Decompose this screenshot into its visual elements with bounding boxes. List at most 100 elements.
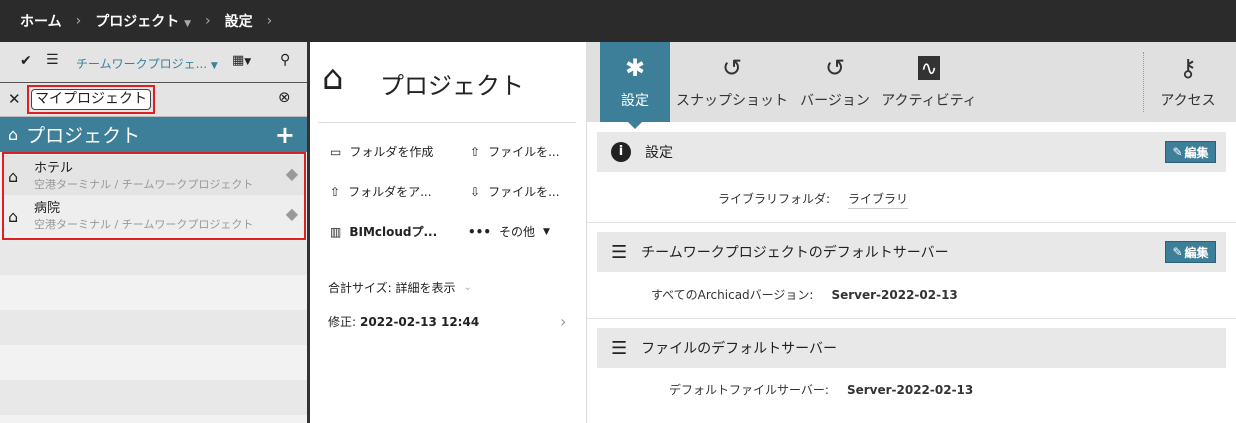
field-label: すべてのArchicadバージョン: [651,288,814,302]
settings-panel: ✱ 設定 ↺ スナップショット ↺ バージョン ∿ アクティビティ ⚷ アクセス i 設定 … [587,42,1236,423]
upload-folder-button[interactable]: ⇧ フォルダをア... [330,183,432,200]
house-icon: ⌂ [8,167,19,186]
more-button[interactable]: ••• その他 ▼ [468,223,550,240]
tab-label: バージョン [800,93,870,109]
file-upload-icon: ⇧ [470,144,481,159]
modified-info: 修正: 2022-02-13 12:44 [328,313,479,330]
key-icon: ⚷ [1179,54,1197,82]
chevron-right-icon: › [75,13,82,29]
item-title: 病院 [34,201,61,216]
search-icon[interactable]: ⚲ [280,52,290,68]
action-label: ファイルを... [488,185,560,199]
edit-button[interactable]: ✎ 編集 [1165,241,1216,263]
add-icon[interactable]: + [275,121,295,149]
chevron-right-icon: › [266,13,273,29]
filter-dropdown-label: チームワークプロジェ... [76,57,208,71]
chevron-right-icon[interactable]: › [560,312,566,331]
section-settings: i 設定 ✎ 編集 [597,132,1226,172]
item-path: 空港ターミナル / チームワークプロジェクト [34,218,254,231]
section-teamwork-server: ☰ チームワークプロジェクトのデフォルトサーバー ✎ 編集 [597,232,1226,272]
archicad-server-row: すべてのArchicadバージョン: Server-2022-02-13 [651,286,958,303]
upload-file-button[interactable]: ⇧ ファイルを... [470,143,560,160]
action-label: その他 [499,225,536,239]
section-title: チームワークプロジェクトのデフォルトサーバー [641,245,949,261]
tab-label: アクティビティ [881,93,977,109]
pencil-icon: ✎ [1172,145,1183,159]
active-tab-pointer [628,122,642,129]
tag-icon[interactable]: ◆ [286,164,298,183]
tab-access[interactable]: ⚷ アクセス [1153,42,1223,122]
server-icon: ☰ [611,241,628,263]
breadcrumb-project-label: プロジェクト [95,14,180,30]
caret-down-icon: ▼ [210,61,218,71]
bimcloud-button[interactable]: ▥ BIMcloudプ... [330,223,437,240]
tab-version[interactable]: ↺ バージョン [795,42,875,122]
field-label: デフォルトファイルサーバー: [669,383,829,397]
left-toolbar: ✔ ☰ チームワークプロジェ... ▼ ▦▼ ⚲ [0,42,307,83]
filter-dropdown[interactable]: チームワークプロジェ... ▼ [76,55,218,72]
building-icon: ▥ [330,224,342,239]
create-folder-button[interactable]: ▭ フォルダを作成 [330,143,433,160]
pencil-icon: ✎ [1172,245,1183,259]
chevron-right-icon: › [205,13,211,29]
divider [318,122,576,123]
download-file-button[interactable]: ⇩ ファイルを... [470,183,560,200]
tab-settings[interactable]: ✱ 設定 [600,42,670,122]
item-title: ホテル [34,161,74,176]
field-label: ライブラリフォルダ: [718,192,831,206]
field-value: Server-2022-02-13 [831,288,958,302]
info-icon: i [611,142,631,162]
close-icon[interactable]: ✕ [8,90,21,108]
calendar-icon[interactable]: ▦▼ [232,53,251,68]
breadcrumb-project[interactable]: プロジェクト ▼ [95,11,191,31]
project-header-title: プロジェクト [26,125,141,147]
folder-icon: ▭ [330,144,342,159]
project-icon: ⌂ [8,125,19,144]
library-folder-link[interactable]: ライブラリ [848,192,909,209]
field-value: Server-2022-02-13 [846,383,974,397]
chevron-down-icon: ⌄ [463,282,472,293]
file-server-row: デフォルトファイルサーバー: Server-2022-02-13 [669,381,973,398]
clear-search-icon[interactable]: ⊗ [278,88,291,106]
section-file-server: ☰ ファイルのデフォルトサーバー [597,328,1226,368]
tab-label: 設定 [621,93,649,109]
list-icon[interactable]: ☰ [46,52,59,68]
breadcrumb-settings[interactable]: 設定 [225,11,253,31]
edit-label: 編集 [1184,245,1209,260]
divider [587,318,1236,319]
check-icon[interactable]: ✔ [20,53,32,69]
tag-icon[interactable]: ◆ [286,204,298,223]
search-highlight: マイプロジェクト [27,85,155,114]
modified-label: 修正: [328,315,357,329]
project-header: ⌂ プロジェクト + [0,117,307,152]
breadcrumb-home[interactable]: ホーム [20,11,62,31]
tab-activity[interactable]: ∿ アクティビティ [879,42,979,122]
action-label: ファイルを... [488,145,560,159]
section-title: 設定 [645,145,673,161]
file-download-icon: ⇩ [470,184,481,199]
panel-title: プロジェクト [380,72,524,100]
modified-value: 2022-02-13 12:44 [360,314,480,329]
total-size-label: 合計サイズ: 詳細を表示 [328,281,456,295]
empty-rows [0,240,307,423]
snapshot-icon: ↺ [721,54,743,82]
tab-snapshot[interactable]: ↺ スナップショット [673,42,791,122]
total-size-toggle[interactable]: 合計サイズ: 詳細を表示 ⌄ [328,279,472,296]
breadcrumb: ホーム › プロジェクト ▼ › 設定 › [0,0,1236,42]
tab-label: スナップショット [676,93,788,109]
tab-label: アクセス [1160,93,1216,109]
divider [587,222,1236,223]
edit-button[interactable]: ✎ 編集 [1165,141,1216,163]
library-folder-row: ライブラリフォルダ: ライブラリ [718,190,909,209]
tab-bar: ✱ 設定 ↺ スナップショット ↺ バージョン ∿ アクティビティ ⚷ アクセス [587,42,1236,129]
list-item[interactable]: ⌂ 病院 空港ターミナル / チームワークプロジェクト ◆ [4,195,304,235]
action-label: フォルダを作成 [349,145,434,159]
section-title: ファイルのデフォルトサーバー [641,341,837,357]
project-list-panel: ✔ ☰ チームワークプロジェ... ▼ ▦▼ ⚲ ✕ マイプロジェクト ⊗ ⌂ … [0,42,308,423]
search-input[interactable]: マイプロジェクト [31,89,151,110]
gear-icon: ✱ [624,54,646,82]
list-item[interactable]: ⌂ ホテル 空港ターミナル / チームワークプロジェクト ◆ [4,155,304,195]
caret-down-icon: ▼ [543,226,550,237]
project-building-icon: ⌂ [322,58,344,98]
activity-icon: ∿ [917,56,941,80]
